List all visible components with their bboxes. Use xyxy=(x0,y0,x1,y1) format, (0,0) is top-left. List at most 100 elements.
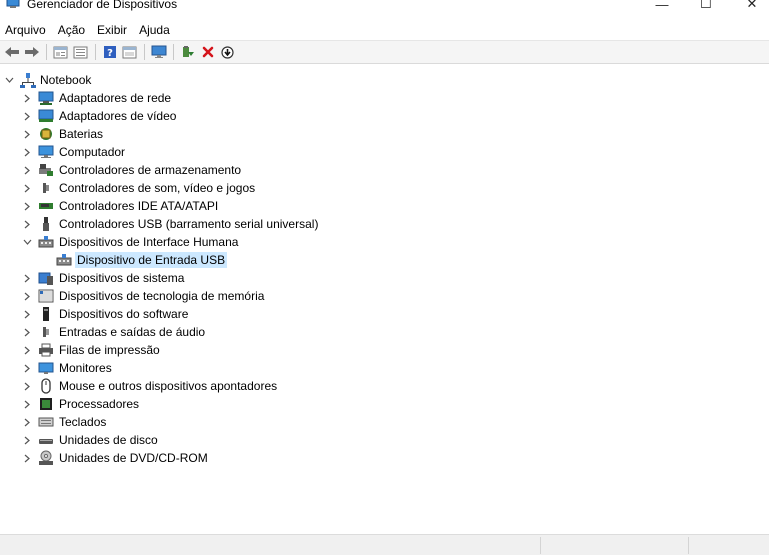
tree-item-category[interactable]: Mouse e outros dispositivos apontadores xyxy=(0,377,769,395)
tree-item-category[interactable]: Dispositivos de Interface Humana xyxy=(0,233,769,251)
tree-item-category[interactable]: Adaptadores de vídeo xyxy=(0,107,769,125)
tree-item-category[interactable]: Processadores xyxy=(0,395,769,413)
toolbar-separator xyxy=(144,44,145,60)
tree-item-label: Unidades de disco xyxy=(59,433,158,447)
tree-item-label: Controladores IDE ATA/ATAPI xyxy=(59,199,219,213)
tree-item-label: Dispositivos de tecnologia de memória xyxy=(59,289,265,303)
chevron-right-icon[interactable] xyxy=(22,435,32,445)
toolbar: ? xyxy=(0,40,769,64)
download-button[interactable] xyxy=(218,43,237,61)
status-separator xyxy=(688,537,689,554)
tree-item-label: Entradas e saídas de áudio xyxy=(59,325,206,339)
uninstall-button[interactable] xyxy=(198,43,217,61)
tree-item-category[interactable]: Controladores IDE ATA/ATAPI xyxy=(0,197,769,215)
status-separator xyxy=(540,537,541,554)
minimize-button[interactable]: — xyxy=(652,0,672,12)
toolbar-separator xyxy=(173,44,174,60)
menu-ajuda[interactable]: Ajuda xyxy=(133,20,176,40)
tree-item-category[interactable]: Filas de impressão xyxy=(0,341,769,359)
tree-item-category[interactable]: Baterias xyxy=(0,125,769,143)
action-icon xyxy=(122,46,137,58)
help-icon: ? xyxy=(103,46,116,59)
forward-arrow-icon xyxy=(24,47,39,57)
chevron-right-icon[interactable] xyxy=(22,111,32,121)
tree-root-notebook[interactable]: Notebook xyxy=(0,71,769,89)
tree-item-category[interactable]: Unidades de disco xyxy=(0,431,769,449)
battery-icon xyxy=(40,128,52,140)
tree-item-label: Unidades de DVD/CD-ROM xyxy=(59,451,208,465)
menu-arquivo[interactable]: Arquivo xyxy=(0,20,52,40)
forward-button[interactable] xyxy=(22,43,41,61)
tree-item-category[interactable]: Computador xyxy=(0,143,769,161)
storage-controller-icon xyxy=(39,164,53,176)
action-button[interactable] xyxy=(120,43,139,61)
toolbar-separator xyxy=(95,44,96,60)
tree-item-category[interactable]: Unidades de DVD/CD-ROM xyxy=(0,449,769,467)
chevron-right-icon[interactable] xyxy=(22,201,32,211)
tree-item-category[interactable]: Dispositivos de tecnologia de memória xyxy=(0,287,769,305)
system-devices-icon xyxy=(38,272,53,285)
chevron-right-icon[interactable] xyxy=(22,453,32,463)
help-button[interactable]: ? xyxy=(100,43,119,61)
software-device-icon xyxy=(43,307,49,321)
tree-item-category[interactable]: Controladores de som, vídeo e jogos xyxy=(0,179,769,197)
tree-item-label: Adaptadores de vídeo xyxy=(59,109,177,123)
tree-item-category[interactable]: Teclados xyxy=(0,413,769,431)
scan-hardware-button[interactable] xyxy=(149,43,168,61)
update-driver-icon xyxy=(182,46,194,57)
update-driver-button[interactable] xyxy=(178,43,197,61)
chevron-right-icon[interactable] xyxy=(22,363,32,373)
device-tree: Notebook Adaptadores de rede Adaptadores … xyxy=(0,71,769,467)
tree-item-category[interactable]: Dispositivos de sistema xyxy=(0,269,769,287)
processor-icon xyxy=(40,398,52,410)
menu-acao[interactable]: Ação xyxy=(52,20,91,40)
chevron-right-icon[interactable] xyxy=(22,93,32,103)
back-button[interactable] xyxy=(2,43,21,61)
chevron-right-icon[interactable] xyxy=(22,129,32,139)
tree-item-label: Mouse e outros dispositivos apontadores xyxy=(59,379,278,393)
tree-item-category[interactable]: Dispositivos do software xyxy=(0,305,769,323)
download-icon xyxy=(221,45,234,59)
tree-item-label: Controladores USB (barramento serial uni… xyxy=(59,217,319,231)
mouse-icon xyxy=(41,378,51,394)
tree-item-category[interactable]: Controladores de armazenamento xyxy=(0,161,769,179)
tree-item-label: Controladores de armazenamento xyxy=(59,163,242,177)
sound-icon xyxy=(43,183,49,193)
chevron-right-icon[interactable] xyxy=(22,291,32,301)
hid-icon xyxy=(56,254,72,266)
list-view-icon xyxy=(73,46,88,58)
back-arrow-icon xyxy=(4,47,19,57)
tree-item-label: Adaptadores de rede xyxy=(59,91,172,105)
menu-exibir[interactable]: Exibir xyxy=(91,20,133,40)
properties-button[interactable] xyxy=(51,43,70,61)
tree-item-category[interactable]: Controladores USB (barramento serial uni… xyxy=(0,215,769,233)
uninstall-icon xyxy=(202,46,213,58)
device-manager-icon xyxy=(6,0,20,8)
chevron-right-icon[interactable] xyxy=(22,327,32,337)
chevron-right-icon[interactable] xyxy=(22,399,32,409)
chevron-right-icon[interactable] xyxy=(22,417,32,427)
chevron-right-icon[interactable] xyxy=(22,381,32,391)
chevron-down-icon[interactable] xyxy=(4,75,14,85)
tree-item-category[interactable]: Adaptadores de rede xyxy=(0,89,769,107)
tree-item-category[interactable]: Monitores xyxy=(0,359,769,377)
chevron-down-icon[interactable] xyxy=(22,237,32,247)
list-view-button[interactable] xyxy=(71,43,90,61)
maximize-button[interactable]: ☐ xyxy=(696,0,716,12)
tree-item-label: Dispositivos de Interface Humana xyxy=(59,235,239,249)
tree-item-category[interactable]: Entradas e saídas de áudio xyxy=(0,323,769,341)
tree-item-label: Dispositivos de sistema xyxy=(59,271,185,285)
svg-text:?: ? xyxy=(107,48,113,59)
title-bar: Gerenciador de Dispositivos — ☐ ✕ xyxy=(0,0,769,16)
chevron-right-icon[interactable] xyxy=(22,309,32,319)
close-button[interactable]: ✕ xyxy=(742,0,762,12)
tree-item-device[interactable]: Dispositivo de Entrada USB xyxy=(0,251,769,269)
chevron-right-icon[interactable] xyxy=(22,147,32,157)
printer-icon xyxy=(39,343,53,357)
chevron-right-icon[interactable] xyxy=(22,183,32,193)
chevron-right-icon[interactable] xyxy=(22,273,32,283)
chevron-right-icon[interactable] xyxy=(22,345,32,355)
chevron-right-icon[interactable] xyxy=(22,165,32,175)
chevron-right-icon[interactable] xyxy=(22,219,32,229)
ide-controller-icon xyxy=(39,203,53,209)
